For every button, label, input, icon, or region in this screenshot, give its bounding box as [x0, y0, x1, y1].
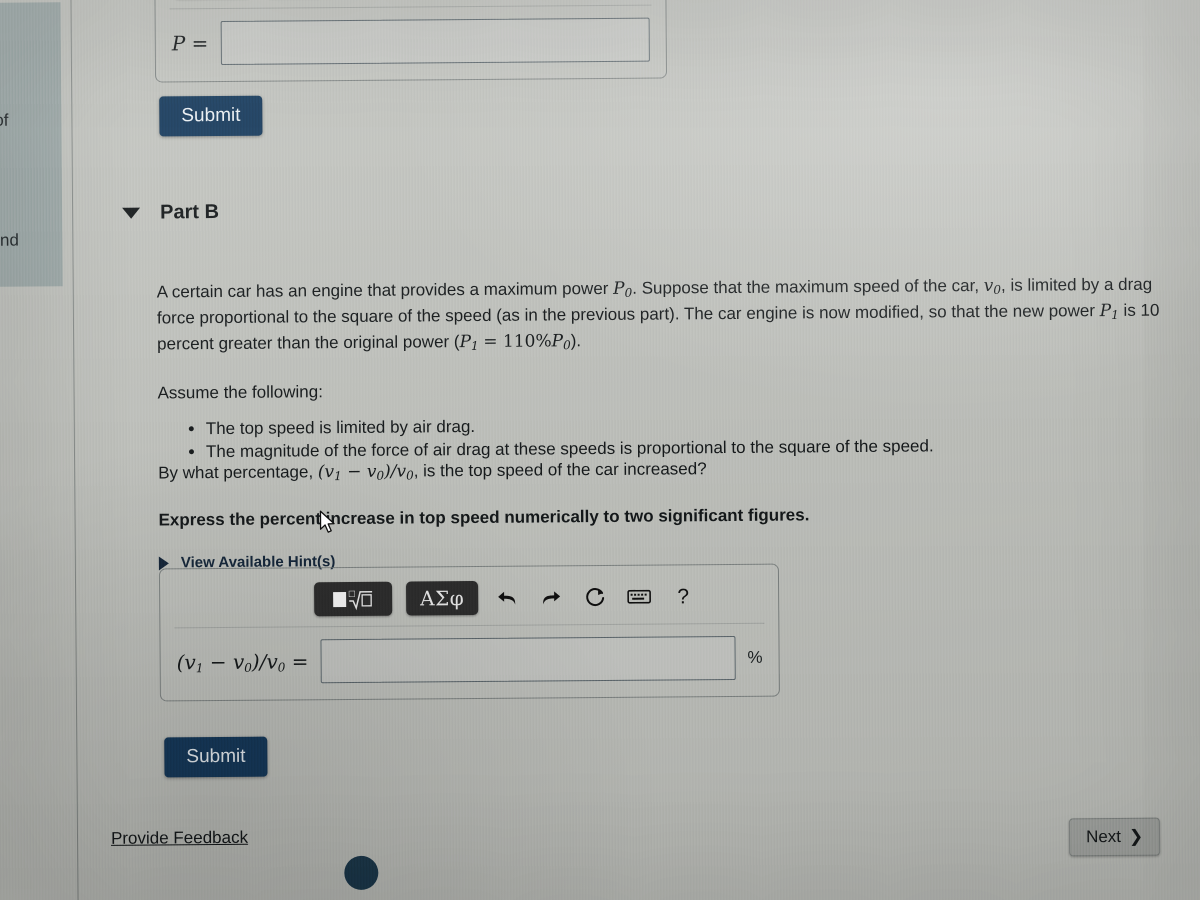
redo-icon[interactable]	[536, 582, 566, 612]
part-b-field-row: (v1 − v0)/v0 = %	[174, 630, 764, 689]
chevron-right-icon: ❯	[1128, 826, 1144, 846]
chat-widget-partial[interactable]	[344, 855, 379, 891]
part-a-math-toolbar: □ ΑΣφ	[169, 0, 652, 10]
part-a-field-row: P =	[170, 12, 652, 70]
sidebar-text-fragment: at of	[0, 110, 9, 130]
screen-surface: les ou at of ). e and □	[0, 0, 1200, 900]
part-b-answer-input[interactable]	[320, 635, 736, 684]
chat-bubble-icon[interactable]	[344, 855, 379, 891]
part-b-answer-panel: □ ΑΣφ ? (v1 − v0)/v0 = %	[158, 563, 780, 702]
content-divider	[70, 0, 79, 900]
part-a-submit-button[interactable]: Submit	[159, 95, 263, 137]
part-a-answer-area: □ ΑΣφ	[154, 0, 668, 137]
keyboard-icon[interactable]	[624, 582, 654, 612]
part-b-problem-statement: A certain car has an engine that provide…	[156, 274, 1160, 354]
next-label: Next	[1085, 826, 1122, 847]
part-b-answer-area: □ ΑΣφ ? (v1 − v0)/v0 = %	[158, 563, 780, 702]
chevron-down-icon[interactable]	[122, 207, 141, 219]
provide-feedback-link[interactable]: Provide Feedback	[111, 828, 248, 849]
part-a-answer-panel: □ ΑΣφ	[154, 0, 668, 83]
undo-icon[interactable]	[492, 583, 522, 613]
assumptions-list: The top speed is limited by air drag. Th…	[158, 409, 1193, 463]
photo-of-screen: les ou at of ). e and □	[0, 0, 1200, 900]
main-content: □ ΑΣφ	[82, 0, 1200, 900]
part-a-field-label: P =	[171, 31, 209, 56]
part-b-instruction: Express the percent increase in top spee…	[158, 505, 810, 530]
mouse-cursor	[319, 510, 337, 541]
part-b-body: A certain car has an engine that provide…	[156, 273, 1194, 572]
sqrt-template-button[interactable]: □	[314, 581, 393, 617]
part-b-math-toolbar: □ ΑΣφ ?	[174, 576, 765, 629]
part-b-title: Part B	[160, 201, 220, 224]
part-a-answer-input[interactable]	[220, 17, 650, 65]
assume-intro: Assume the following:	[157, 382, 323, 403]
answer-unit-label: %	[747, 647, 763, 667]
help-icon[interactable]: ?	[668, 581, 698, 611]
part-b-header[interactable]: Part B	[122, 201, 219, 225]
part-b-field-label: (v1 − v0)/v0 =	[176, 648, 309, 675]
reset-icon[interactable]	[580, 582, 610, 612]
svg-text:□: □	[348, 589, 356, 598]
next-button[interactable]: Next ❯	[1068, 817, 1161, 857]
part-b-submit-button[interactable]: Submit	[164, 736, 268, 778]
sidebar-panel-cropped[interactable]: les ou at of ). e and	[0, 2, 63, 287]
box-icon	[333, 591, 347, 607]
greek-symbols-button[interactable]: ΑΣφ	[406, 580, 479, 616]
sidebar-text-fragment: e and	[0, 230, 19, 250]
nth-root-icon: □	[348, 589, 373, 611]
